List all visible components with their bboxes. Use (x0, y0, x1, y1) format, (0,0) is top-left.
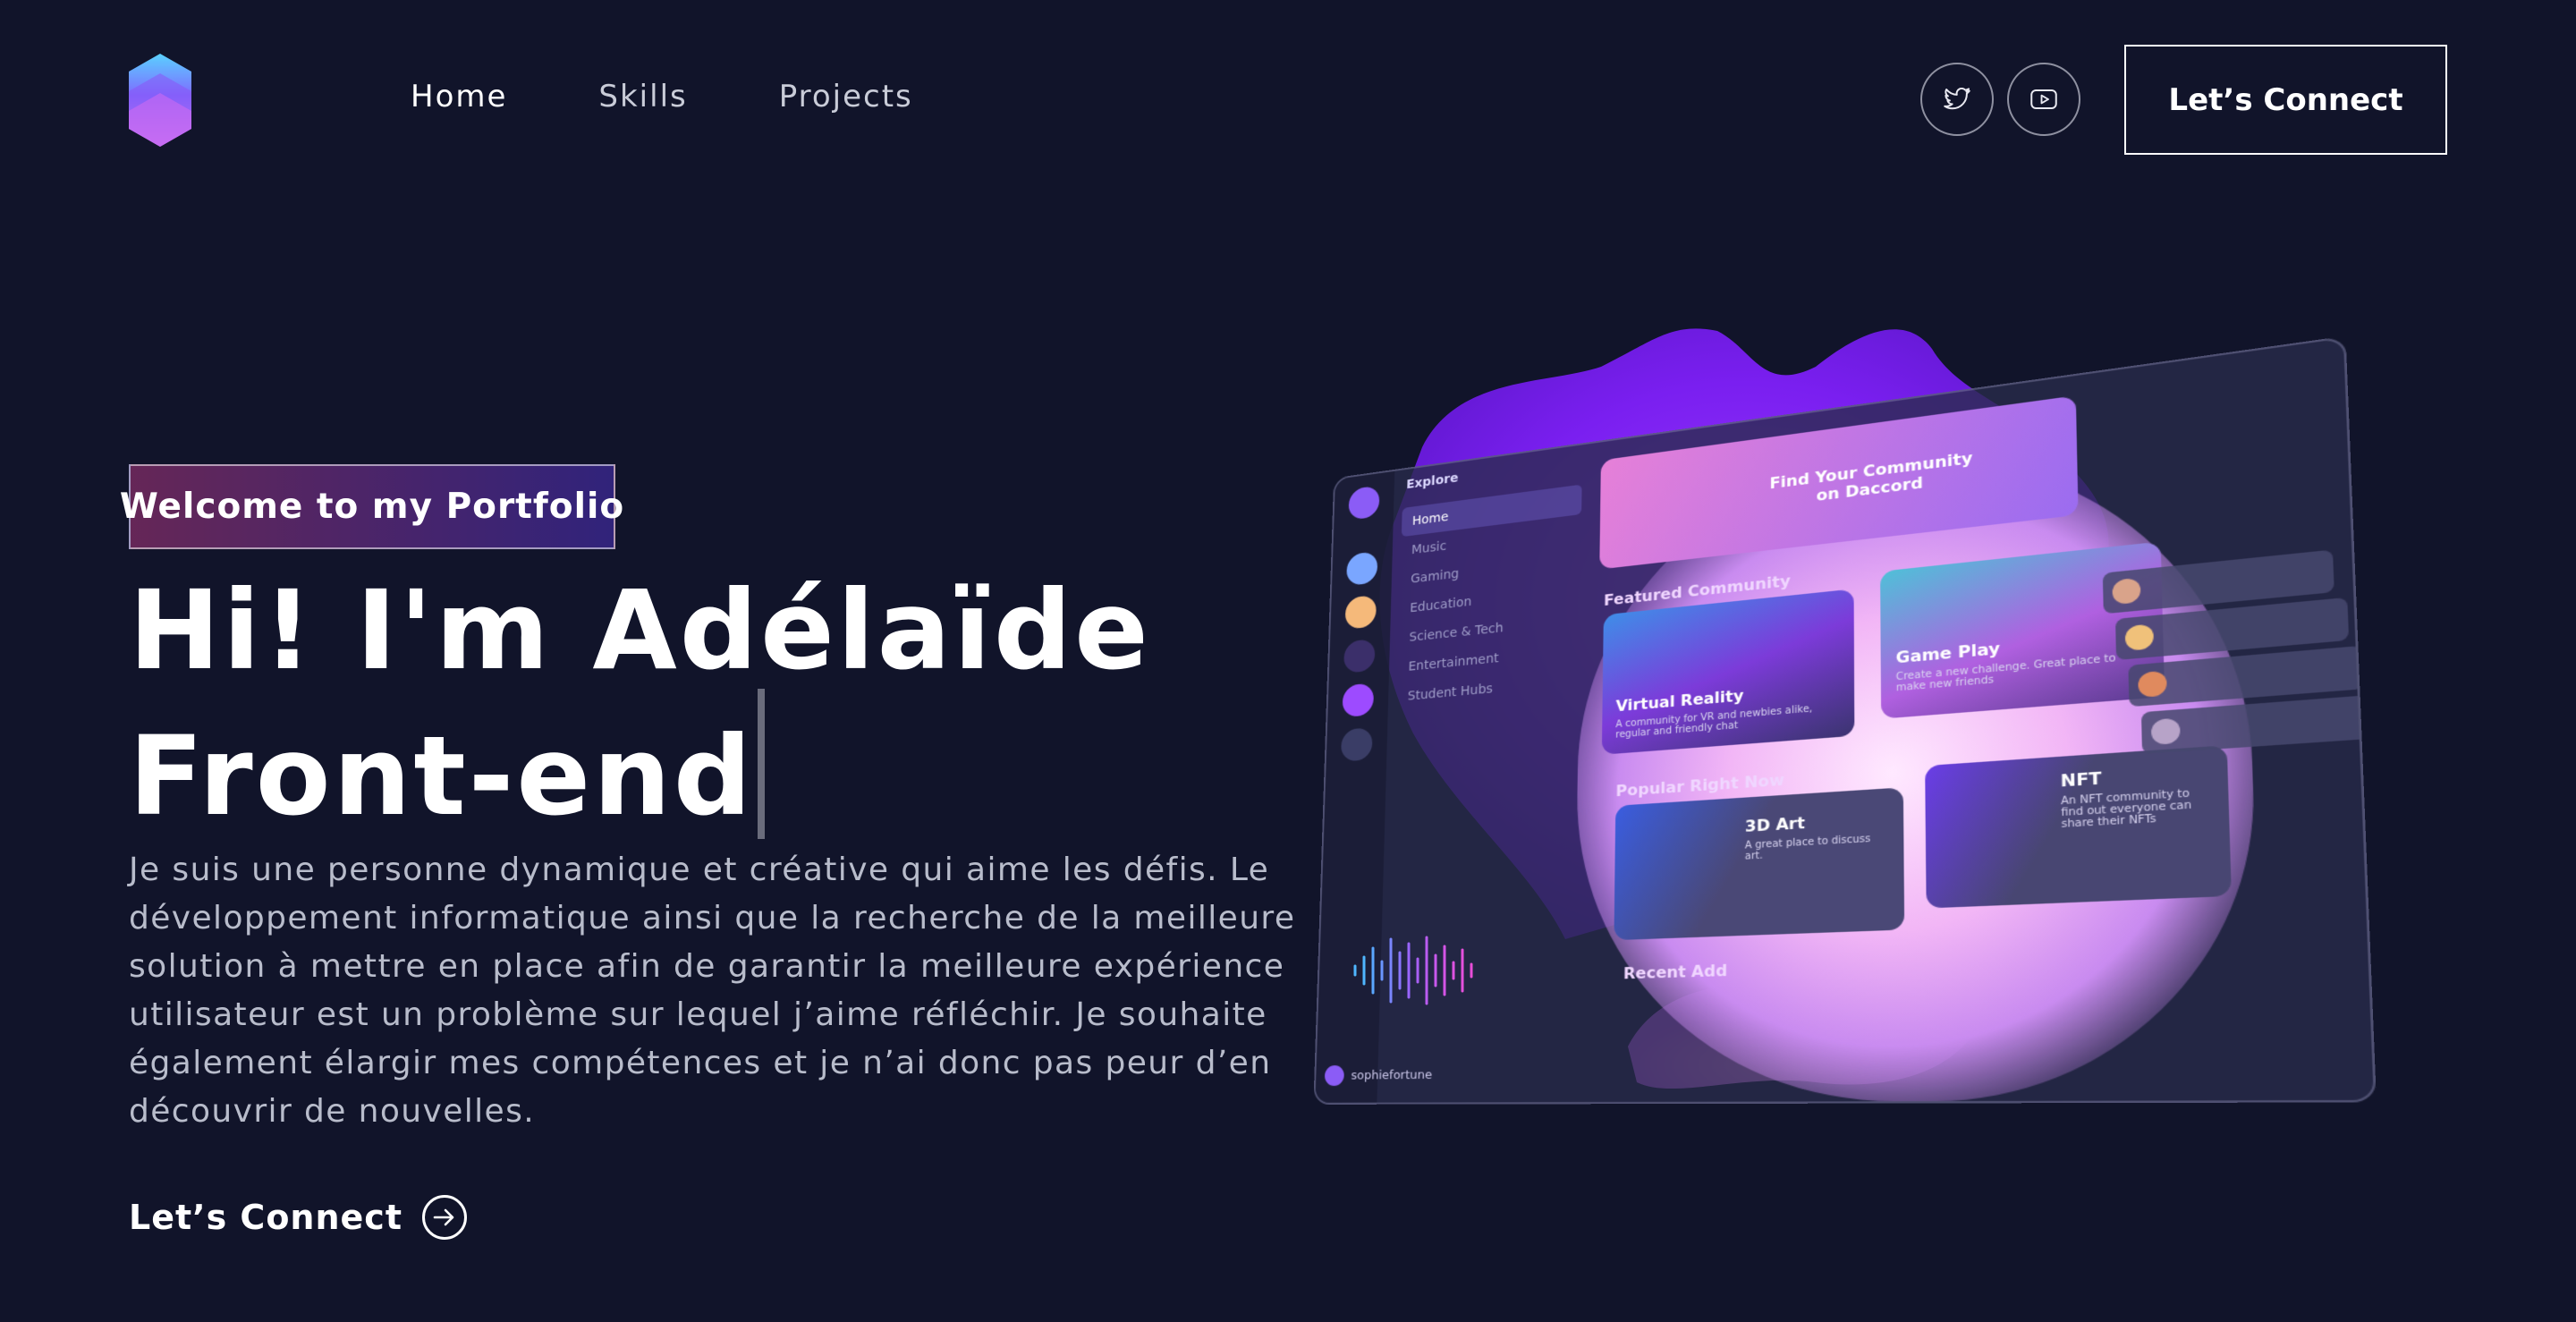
server-icon (1346, 551, 1378, 587)
avatar (2138, 670, 2167, 699)
card-title: Game Play (1895, 639, 2001, 667)
hero-title-role: Front-end (129, 713, 755, 840)
typing-caret (758, 689, 766, 839)
avatar (2124, 623, 2155, 651)
hero-connect-label: Let’s Connect (129, 1198, 402, 1237)
card-title: NFT (2060, 768, 2102, 792)
avatar (2150, 717, 2181, 745)
hero-description: Je suis une personne dynamique et créati… (129, 852, 1296, 1130)
card-title: 3D Art (1744, 813, 1805, 836)
hero-title-role-line: Front-end (129, 689, 1151, 839)
server-icon (1343, 638, 1376, 674)
server-icon (1344, 594, 1377, 630)
youtube-icon (2030, 89, 2057, 109)
card-subtitle: An NFT community to find out everyone ca… (2060, 788, 2192, 831)
nav-link-skills[interactable]: Skills (598, 79, 687, 114)
card-virtual-reality: Virtual Reality A community for VR and n… (1601, 589, 1855, 755)
nav-link-home[interactable]: Home (411, 79, 507, 114)
app-username: sophiefortune (1351, 1067, 1433, 1083)
youtube-button[interactable] (2007, 63, 2080, 136)
app-user-bar: sophiefortune (1324, 1064, 1433, 1087)
card-nft: NFT An NFT community to find out everyon… (1925, 745, 2232, 909)
twitter-icon (1944, 88, 1970, 110)
hero-title: Hi! I'm Adélaïde Front-end (129, 572, 1151, 839)
arrow-right-circle-icon (422, 1195, 467, 1240)
twitter-button[interactable] (1920, 63, 1994, 136)
compass-icon (1342, 682, 1375, 718)
card-subtitle: A great place to discuss art. (1744, 834, 1871, 862)
hero-connect-link[interactable]: Let’s Connect (129, 1195, 467, 1240)
logo-icon[interactable] (129, 54, 191, 147)
nav-link-projects[interactable]: Projects (779, 79, 913, 114)
welcome-badge: Welcome to my Portfolio (120, 464, 623, 549)
plus-icon (1340, 727, 1373, 762)
card-3d-art: 3D Art A great place to discuss art. (1614, 787, 1905, 941)
lets-connect-button[interactable]: Let’s Connect (2124, 45, 2447, 155)
audio-waveform (1353, 936, 1473, 1005)
recent-label: Recent Add (1623, 961, 1728, 983)
avatar (2112, 577, 2141, 606)
avatar (1324, 1065, 1344, 1087)
app-banner-text: Find Your Community on Daccord (1769, 448, 1973, 505)
app-explore-menu: Explore Home Music Gaming Education Scie… (1396, 453, 1582, 711)
hero-title-name: Hi! I'm Adélaïde (129, 567, 1151, 694)
main-nav: Home Skills Projects (411, 79, 1004, 114)
server-icon (1348, 485, 1380, 521)
